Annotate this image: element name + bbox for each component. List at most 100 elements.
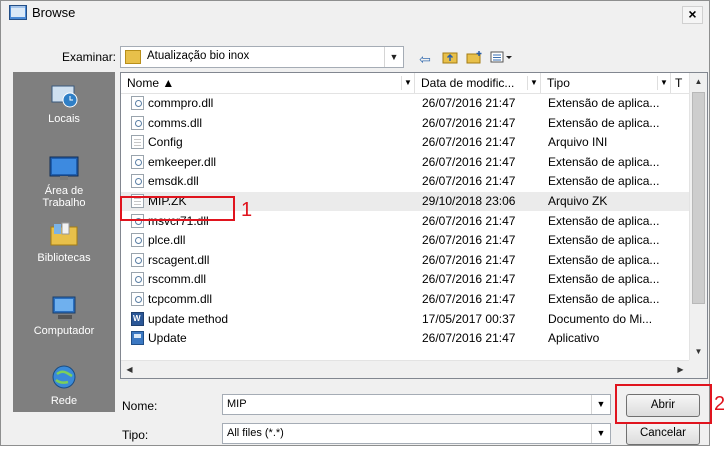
annotation-label-1: 1 [241,199,253,221]
file-date: 26/07/2016 21:47 [422,154,516,169]
scroll-up-arrow-icon[interactable]: ▲ [690,73,707,90]
file-type: Documento do Mi... [548,311,653,326]
chevron-down-icon[interactable]: ▼ [657,76,670,90]
file-type: Extensão de aplica... [548,154,660,169]
column-label: Data de modific... [421,76,515,90]
file-row[interactable]: tcpcomm.dll 26/07/2016 21:47 Extensão de a… [121,290,689,309]
filetype-value: All files (*.*) [227,427,284,439]
file-row[interactable]: rscomm.dll 26/07/2016 21:47 Extensão de ap… [121,270,689,289]
file-name: plce.dll [148,233,186,248]
file-name: update method [148,311,229,326]
file-type: Extensão de aplica... [548,252,660,267]
back-arrow-icon[interactable]: ⇦ [416,50,434,68]
filename-input[interactable]: MIP ▼ [222,394,611,415]
file-row[interactable]: Update 26/07/2016 21:47 Aplicativo [121,329,689,348]
place-network[interactable]: Rede [13,364,115,407]
scroll-right-arrow-icon[interactable]: ▶ [672,361,689,378]
cancel-button[interactable]: Cancelar [626,422,700,445]
window-title: Browse [32,5,76,20]
chevron-down-icon[interactable]: ▼ [591,395,610,414]
column-label: Nome ▲ [127,76,175,90]
file-name: tcpcomm.dll [148,292,213,306]
file-name: emkeeper.dll [148,154,217,169]
vertical-scrollbar[interactable]: ▲ ▼ [689,73,707,360]
place-label: Locais [48,113,80,125]
file-name: rscomm.dll [148,272,207,287]
place-libraries[interactable]: Bibliotecas [13,221,115,264]
chevron-down-icon[interactable]: ▼ [384,47,403,67]
place-recent[interactable]: Locais [13,82,115,125]
filetype-select[interactable]: All files (*.*) ▼ [222,423,611,444]
file-date: 26/07/2016 21:47 [422,96,516,110]
new-folder-icon[interactable] [465,50,483,68]
chevron-down-icon[interactable]: ▼ [591,424,610,443]
file-type: Extensão de aplica... [548,115,660,130]
column-header-date[interactable]: Data de modific... ▼ [415,73,541,93]
column-label: Tipo [547,76,570,90]
file-row[interactable]: update method 17/05/2017 00:37 Documento d… [121,310,689,329]
file-row[interactable]: emkeeper.dll 26/07/2016 21:47 Extensão de … [121,153,689,172]
file-dll-icon [131,154,144,169]
place-computer[interactable]: Computador [13,294,115,337]
file-date: 26/07/2016 21:47 [422,135,516,150]
horizontal-scrollbar[interactable]: ◀ ▶ [121,360,689,378]
file-type: Extensão de aplica... [548,213,660,228]
computer-icon [52,296,76,319]
chevron-down-icon[interactable]: ▼ [527,76,540,90]
file-type: Arquivo INI [548,135,608,150]
place-label: Bibliotecas [37,252,91,264]
look-in-combo[interactable]: Atualização bio inox ▼ [120,46,404,68]
file-row[interactable]: emsdk.dll 26/07/2016 21:47 Extensão de apl… [121,172,689,191]
title-bar[interactable]: Browse × [1,1,709,25]
file-date: 26/07/2016 21:47 [422,292,516,306]
file-doc-icon [131,311,144,326]
file-type: Extensão de aplica... [548,292,660,306]
close-button[interactable]: × [682,6,703,24]
views-menu-icon[interactable] [489,50,515,68]
place-label: Computador [33,325,95,337]
file-dll-icon [131,233,144,248]
file-dll-icon [131,174,144,189]
file-app-icon [131,331,144,346]
file-date: 29/10/2018 23:06 [422,194,516,208]
file-name: rscagent.dll [148,252,210,267]
file-type: Aplicativo [548,331,600,346]
file-row[interactable]: Config 26/07/2016 21:47 Arquivo INI [121,133,689,152]
file-type: Extensão de aplica... [548,233,660,248]
file-date: 17/05/2017 00:37 [422,311,516,326]
annotation-label-2: 2 [714,393,724,415]
file-ini-icon [131,135,144,150]
file-dll-icon [131,272,144,287]
scroll-thumb[interactable] [692,92,705,304]
scroll-left-arrow-icon[interactable]: ◀ [121,361,138,378]
file-row[interactable]: plce.dll 26/07/2016 21:47 Extensão de apli… [121,231,689,250]
filename-label: Nome: [122,399,158,413]
place-label: Área de Trabalho [42,185,86,209]
place-desktop[interactable]: Área de Trabalho [13,154,115,209]
filetype-label: Tipo: [122,428,149,442]
file-dll-icon [131,115,144,130]
file-dll-icon [131,96,144,110]
chevron-down-icon[interactable]: ▼ [401,76,414,90]
file-name: Update [148,331,187,346]
file-type: Extensão de aplica... [548,96,660,110]
file-row[interactable]: commpro.dll 26/07/2016 21:47 Extensão de a… [121,94,689,113]
column-label: T [675,76,683,90]
look-in-label: Examinar: [62,50,117,64]
places-bar: Locais Área de Trabalho Bibliotecas Comp… [13,72,115,412]
column-header-type[interactable]: Tipo ▼ [541,73,671,93]
file-date: 26/07/2016 21:47 [422,115,516,130]
file-type: Extensão de aplica... [548,272,660,287]
desktop-icon [49,156,79,180]
column-header-name[interactable]: Nome ▲ ▼ [121,73,415,93]
file-date: 26/07/2016 21:47 [422,252,516,267]
file-row[interactable]: rscagent.dll 26/07/2016 21:47 Extensão de … [121,251,689,270]
file-dll-icon [131,252,144,267]
scroll-down-arrow-icon[interactable]: ▼ [690,343,707,360]
file-list[interactable]: Nome ▲ ▼ Data de modific... ▼ Tipo ▼ T c… [120,72,708,379]
file-type: Arquivo ZK [548,194,608,208]
filename-value: MIP [227,398,247,410]
up-folder-icon[interactable] [441,50,459,68]
file-row[interactable]: comms.dll 26/07/2016 21:47 Extensão de apl… [121,114,689,133]
column-header-size[interactable]: T [671,73,689,93]
